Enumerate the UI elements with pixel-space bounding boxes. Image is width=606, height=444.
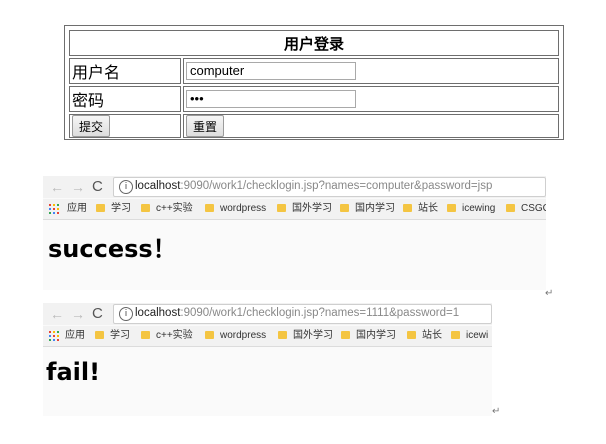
folder-icon xyxy=(451,331,460,339)
password-cell xyxy=(183,86,559,112)
bookmark-item[interactable]: c++实验 xyxy=(141,330,193,342)
password-label: 密码 xyxy=(69,86,181,112)
folder-icon xyxy=(447,204,456,212)
forward-icon[interactable]: → xyxy=(71,306,85,322)
folder-icon xyxy=(506,204,515,212)
username-input[interactable] xyxy=(186,61,356,80)
folder-icon xyxy=(141,204,150,212)
login-title: 用户登录 xyxy=(69,30,559,56)
url-path: :9090/work1/checklogin.jsp?names=1111&pa… xyxy=(180,307,460,319)
bookmark-item[interactable]: wordpress xyxy=(205,203,266,215)
bookmark-item[interactable]: 国外学习 xyxy=(277,203,332,215)
folder-icon xyxy=(278,331,287,339)
address-bar[interactable]: i localhost:9090/work1/checklogin.jsp?na… xyxy=(113,177,546,197)
browser-toolbar: ← → C i localhost:9090/work1/checklogin.… xyxy=(43,176,546,198)
username-label: 用户名 xyxy=(69,58,181,84)
reload-icon[interactable]: C xyxy=(92,306,103,322)
login-form: 用户登录 用户名 密码 提交 重置 xyxy=(64,25,564,140)
submit-button[interactable]: 提交 xyxy=(72,115,111,137)
folder-icon xyxy=(407,331,416,339)
reload-icon[interactable]: C xyxy=(92,179,103,195)
address-url: localhost:9090/work1/checklogin.jsp?name… xyxy=(135,307,459,319)
folder-icon xyxy=(277,204,286,212)
bookmark-item[interactable]: wordpress xyxy=(205,330,266,342)
paragraph-mark: ↵ xyxy=(492,406,501,417)
fail-message: fail! xyxy=(46,358,101,386)
bookmark-item[interactable]: c++实验 xyxy=(141,203,193,215)
bookmarks-bar: 应用 学习 c++实验 wordpress 国外学习 国内学习 站长 icewi xyxy=(43,326,492,347)
folder-icon xyxy=(340,204,349,212)
back-icon[interactable]: ← xyxy=(50,179,64,195)
password-input[interactable] xyxy=(186,89,356,108)
bookmark-item[interactable]: CSGC xyxy=(506,203,546,215)
login-table: 用户登录 用户名 密码 提交 重置 xyxy=(67,28,561,140)
apps-grid-icon[interactable] xyxy=(49,331,59,341)
paragraph-mark: ↵ xyxy=(545,288,554,299)
bookmark-apps[interactable]: 应用 xyxy=(67,203,87,215)
bookmark-item[interactable]: 国内学习 xyxy=(341,330,396,342)
bookmark-item[interactable]: 学习 xyxy=(96,203,131,215)
info-icon[interactable]: i xyxy=(119,180,133,194)
url-host: localhost xyxy=(135,180,181,192)
address-url: localhost:9090/work1/checklogin.jsp?name… xyxy=(135,180,492,192)
bookmarks-bar: 应用 学习 c++实验 wordpress 国外学习 国内学习 站长 icewi… xyxy=(43,199,546,220)
bookmark-item[interactable]: icewing xyxy=(447,203,495,215)
reset-button[interactable]: 重置 xyxy=(186,115,225,137)
bookmark-item[interactable]: 站长 xyxy=(403,203,438,215)
reset-cell: 重置 xyxy=(183,114,559,138)
folder-icon xyxy=(403,204,412,212)
folder-icon xyxy=(141,331,150,339)
browser-toolbar: ← → C i localhost:9090/work1/checklogin.… xyxy=(43,303,492,325)
bookmark-item[interactable]: 学习 xyxy=(95,330,130,342)
browser-success-screenshot: ← → C i localhost:9090/work1/checklogin.… xyxy=(43,176,546,290)
folder-icon xyxy=(205,204,214,212)
browser-fail-screenshot: ← → C i localhost:9090/work1/checklogin.… xyxy=(43,303,492,416)
info-icon[interactable]: i xyxy=(119,307,133,321)
bookmark-item[interactable]: 站长 xyxy=(407,330,442,342)
bookmark-item[interactable]: icewi xyxy=(451,330,488,342)
bookmark-item[interactable]: 国内学习 xyxy=(340,203,395,215)
forward-icon[interactable]: → xyxy=(71,179,85,195)
submit-cell: 提交 xyxy=(69,114,181,138)
back-icon[interactable]: ← xyxy=(50,306,64,322)
folder-icon xyxy=(205,331,214,339)
username-cell xyxy=(183,58,559,84)
success-message: success！ xyxy=(48,235,177,263)
url-host: localhost xyxy=(135,307,181,319)
bookmark-item[interactable]: 国外学习 xyxy=(278,330,333,342)
folder-icon xyxy=(96,204,105,212)
url-path: :9090/work1/checklogin.jsp?names=compute… xyxy=(180,180,493,192)
bookmark-apps[interactable]: 应用 xyxy=(65,330,85,342)
apps-grid-icon[interactable] xyxy=(49,204,59,214)
folder-icon xyxy=(95,331,104,339)
folder-icon xyxy=(341,331,350,339)
address-bar[interactable]: i localhost:9090/work1/checklogin.jsp?na… xyxy=(113,304,492,324)
